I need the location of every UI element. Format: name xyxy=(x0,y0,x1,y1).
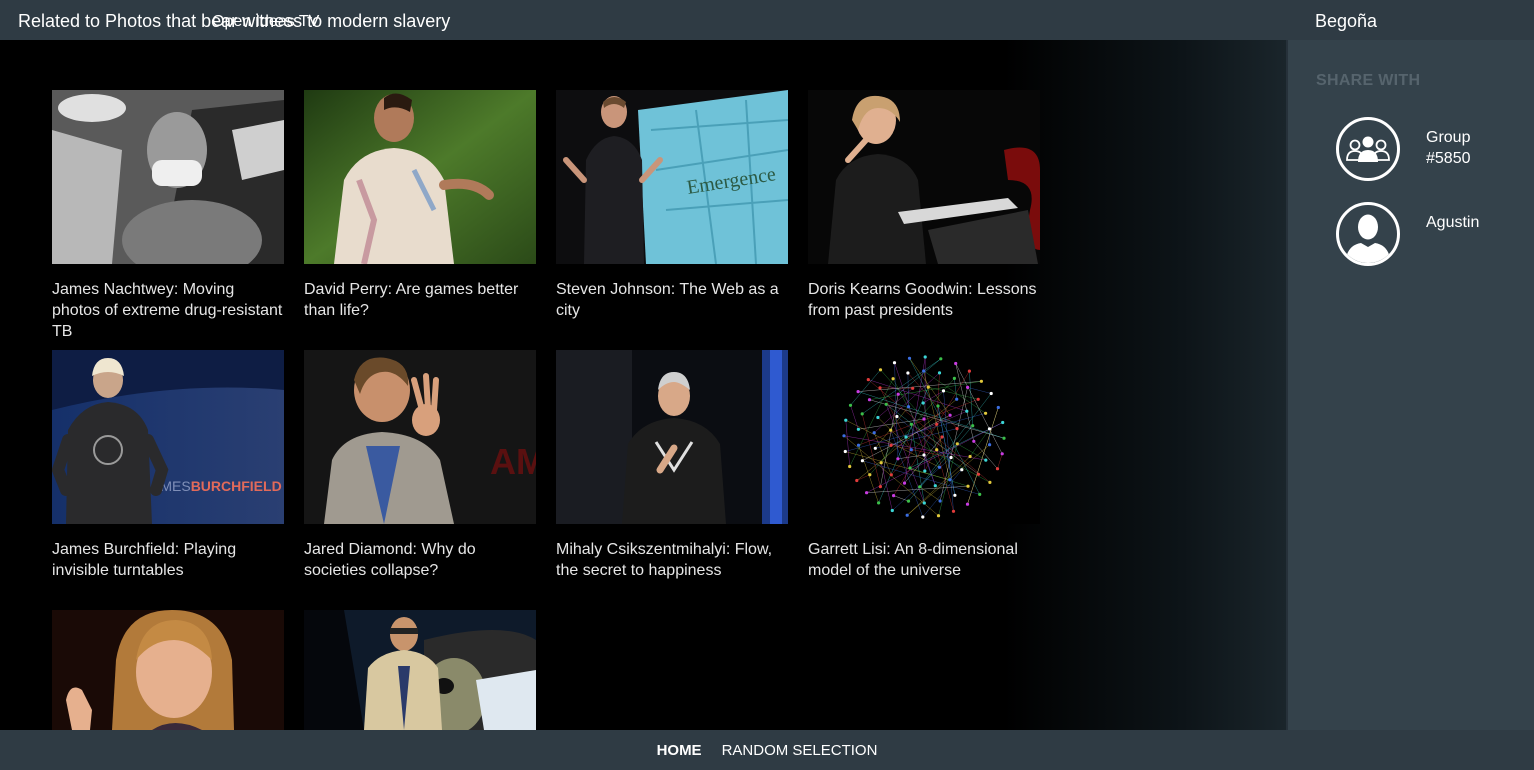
site-title-overlay[interactable]: Open Ideas TV xyxy=(212,13,319,31)
user-name[interactable]: Begoña xyxy=(1315,11,1377,32)
video-card[interactable]: JAMESBURCHFIELD James Burchfield: Playin… xyxy=(52,350,284,581)
share-target-person[interactable]: Agustin xyxy=(1336,202,1526,274)
person-icon[interactable] xyxy=(1336,202,1400,266)
group-icon[interactable] xyxy=(1336,117,1400,181)
top-bar: Related to Photos that bear witness to m… xyxy=(0,0,1534,40)
video-title[interactable]: David Perry: Are games better than life? xyxy=(304,279,536,321)
video-card[interactable]: Mihaly Csikszentmihalyi: Flow, the secre… xyxy=(556,350,788,581)
bottom-nav: HOME RANDOM SELECTION xyxy=(0,730,1534,770)
screen-text-bold: BURCHFIELD xyxy=(191,478,282,494)
video-thumbnail[interactable] xyxy=(304,610,536,730)
share-panel: SHARE WITH Group #5850 Agustin xyxy=(1286,40,1534,730)
video-thumbnail[interactable]: JAMESBURCHFIELD xyxy=(52,350,284,524)
backdrop-text: AM xyxy=(490,441,536,482)
video-card[interactable] xyxy=(304,610,536,730)
video-title[interactable]: James Burchfield: Playing invisible turn… xyxy=(52,539,284,581)
share-target-name[interactable]: Group #5850 xyxy=(1426,127,1516,169)
video-grid-area: James Nachtwey: Moving photos of extreme… xyxy=(0,40,1286,730)
video-title[interactable]: James Nachtwey: Moving photos of extreme… xyxy=(52,279,284,342)
video-thumbnail[interactable]: Emergence xyxy=(556,90,788,264)
share-title: SHARE WITH xyxy=(1316,72,1421,89)
share-target-group[interactable]: Group #5850 xyxy=(1336,117,1526,189)
video-thumbnail[interactable] xyxy=(556,350,788,524)
video-thumbnail[interactable] xyxy=(52,610,284,730)
video-title[interactable]: Jared Diamond: Why do societies collapse… xyxy=(304,539,536,581)
video-card[interactable] xyxy=(52,610,284,730)
video-card[interactable]: Garrett Lisi: An 8-dimensional model of … xyxy=(808,350,1040,581)
video-title[interactable]: Doris Kearns Goodwin: Lessons from past … xyxy=(808,279,1040,321)
video-card[interactable]: David Perry: Are games better than life? xyxy=(304,90,536,321)
video-card[interactable]: James Nachtwey: Moving photos of extreme… xyxy=(52,90,284,342)
video-title[interactable]: Steven Johnson: The Web as a city xyxy=(556,279,788,321)
video-thumbnail[interactable] xyxy=(808,90,1040,264)
video-thumbnail[interactable] xyxy=(52,90,284,264)
video-card[interactable]: AM Jared Diamond: Why do societies colla… xyxy=(304,350,536,581)
share-target-name[interactable]: Agustin xyxy=(1426,212,1516,233)
video-thumbnail[interactable] xyxy=(808,350,1040,524)
video-card[interactable]: Doris Kearns Goodwin: Lessons from past … xyxy=(808,90,1040,321)
nav-home[interactable]: HOME xyxy=(657,742,702,759)
bottom-nav-bar: HOME RANDOM SELECTION xyxy=(0,730,1534,770)
video-thumbnail[interactable]: AM xyxy=(304,350,536,524)
video-card[interactable]: Emergence Steven Johnson: The Web as a c… xyxy=(556,90,788,321)
video-title[interactable]: Mihaly Csikszentmihalyi: Flow, the secre… xyxy=(556,539,788,581)
nav-random-selection[interactable]: RANDOM SELECTION xyxy=(722,742,878,759)
video-title[interactable]: Garrett Lisi: An 8-dimensional model of … xyxy=(808,539,1040,581)
video-thumbnail[interactable] xyxy=(304,90,536,264)
